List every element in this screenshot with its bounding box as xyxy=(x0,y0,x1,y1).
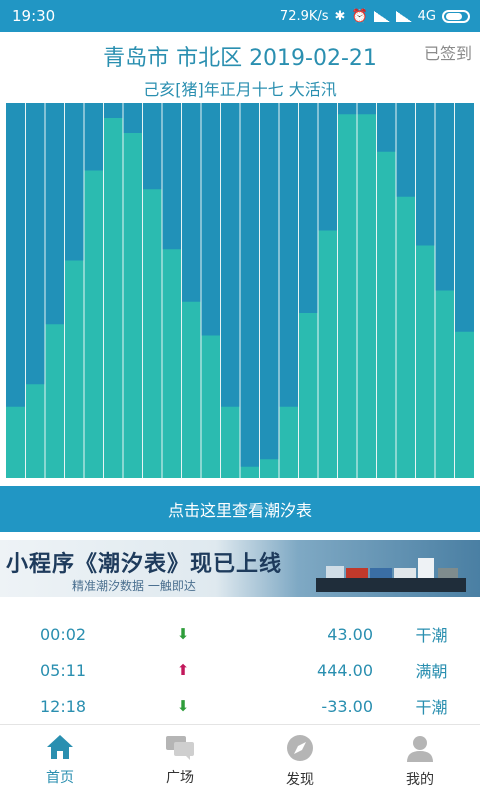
tide-bar xyxy=(142,189,162,478)
tide-bar xyxy=(84,170,104,478)
tide-bar xyxy=(25,384,45,478)
tide-status: 满朝 xyxy=(415,662,448,681)
tide-bar xyxy=(103,118,123,478)
tide-bar xyxy=(201,335,221,478)
tide-bar xyxy=(181,301,201,478)
tide-bar xyxy=(415,245,435,478)
banner-subtitle: 精准潮汐数据 一触即达 xyxy=(72,579,196,593)
tide-list: 00:02 ⬇ 43.00 干潮 05:11 ⬆ 444.00 满朝 12:18 ⬇ -33.00 干… xyxy=(0,616,480,724)
tab-mine[interactable]: 我的 xyxy=(360,725,480,800)
battery-icon xyxy=(442,9,470,23)
tide-bar xyxy=(220,406,240,478)
tide-height: -33.00 xyxy=(321,696,373,716)
tab-discover-label: 发现 xyxy=(286,772,314,788)
tide-bar xyxy=(298,313,318,478)
signal-icon xyxy=(373,10,390,22)
tide-bar xyxy=(435,290,455,478)
tide-bar xyxy=(337,114,357,478)
bluetooth-icon: ✱ xyxy=(334,8,346,24)
arrow-up-icon: ⬆ xyxy=(176,661,190,679)
tide-bar xyxy=(45,324,65,478)
tide-time: 05:11 xyxy=(40,660,87,680)
tab-home-label: 首页 xyxy=(46,770,74,786)
tide-bar xyxy=(6,406,26,478)
ship-icon xyxy=(316,558,466,592)
tide-time: 00:02 xyxy=(40,624,87,644)
tide-bar xyxy=(123,133,143,478)
tide-row: 12:18 ⬇ -33.00 干潮 xyxy=(0,688,480,724)
page-title: 青岛市 市北区 2019-02-21 xyxy=(103,46,377,71)
tide-bar xyxy=(162,249,182,478)
tab-home[interactable]: 首页 xyxy=(0,725,120,800)
tab-discover[interactable]: 发现 xyxy=(240,725,360,800)
home-icon xyxy=(47,735,73,759)
tide-row: 00:02 ⬇ 43.00 干潮 xyxy=(0,616,480,652)
network-speed: 72.9K/s xyxy=(279,8,329,24)
status-right: 72.9K/s ✱ ⏰ 4G xyxy=(280,9,470,24)
bottom-tab-bar: 首页 广场 发现 我的 xyxy=(0,724,480,800)
tab-mine-label: 我的 xyxy=(406,772,434,788)
mini-program-banner[interactable]: 小程序《潮汐表》现已上线 精准潮汐数据 一触即达 xyxy=(0,540,480,597)
tide-time: 12:18 xyxy=(40,696,87,716)
tide-bar xyxy=(376,151,396,478)
status-bar: 19:30 72.9K/s ✱ ⏰ 4G xyxy=(0,0,480,32)
tide-height: 43.00 xyxy=(327,624,373,644)
view-tide-table-button[interactable]: 点击这里查看潮汐表 xyxy=(0,486,480,532)
network-type: 4G xyxy=(417,8,436,24)
user-icon xyxy=(407,736,433,762)
tide-height: 444.00 xyxy=(317,660,373,680)
tide-bar xyxy=(240,466,260,478)
tide-status: 干潮 xyxy=(415,698,448,717)
banner-title: 小程序《潮汐表》现已上线 xyxy=(6,552,283,577)
tide-bar xyxy=(64,260,84,478)
tide-chart xyxy=(6,103,474,478)
tab-square[interactable]: 广场 xyxy=(120,725,240,800)
tide-status: 干潮 xyxy=(415,626,448,645)
lunar-date: 己亥[猪]年正月十七 大活汛 xyxy=(143,80,337,99)
chat-icon xyxy=(166,736,194,760)
status-time: 19:30 xyxy=(12,7,56,25)
header: 青岛市 市北区 2019-02-21 已签到 己亥[猪]年正月十七 大活汛 xyxy=(0,32,480,102)
tab-square-label: 广场 xyxy=(166,770,194,786)
tide-bar xyxy=(357,114,377,478)
signal-icon-2 xyxy=(395,10,412,22)
tide-bar xyxy=(318,230,338,478)
tide-bar xyxy=(454,331,474,478)
compass-icon xyxy=(287,735,313,761)
tide-bar xyxy=(396,196,416,478)
checkin-button[interactable]: 已签到 xyxy=(424,40,472,64)
arrow-down-icon: ⬇ xyxy=(176,697,190,715)
arrow-down-icon: ⬇ xyxy=(176,625,190,643)
tide-row: 05:11 ⬆ 444.00 满朝 xyxy=(0,652,480,688)
alarm-icon: ⏰ xyxy=(351,8,368,24)
tide-bar xyxy=(259,459,279,478)
tide-bar xyxy=(279,406,299,478)
